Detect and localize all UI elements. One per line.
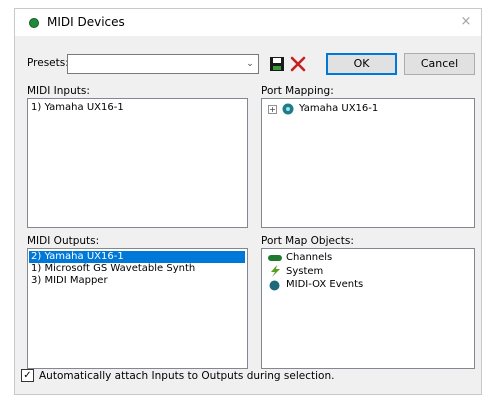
midi-devices-dialog: MIDI Devices × Presets: ⌄ OK Cancel MIDI… [14, 8, 482, 395]
tree-expand-icon[interactable]: + [268, 105, 277, 114]
list-item[interactable]: 1) Microsoft GS Wavetable Synth [31, 263, 195, 275]
delete-icon [290, 56, 306, 72]
save-icon [270, 57, 284, 71]
midi-inputs-list[interactable]: 1) Yamaha UX16-1 [27, 98, 248, 228]
port-mapping-label: Port Mapping: [261, 85, 334, 97]
title-bar: MIDI Devices × [15, 9, 481, 36]
list-item-selected[interactable]: 2) Yamaha UX16-1 [29, 251, 245, 263]
port-mapping-tree[interactable]: + Yamaha UX16-1 [261, 98, 475, 228]
port-map-objects-list[interactable]: Channels System MIDI-OX Events [261, 248, 475, 369]
list-item[interactable]: Channels [286, 252, 332, 264]
window-title: MIDI Devices [47, 15, 125, 29]
list-item[interactable]: 1) Yamaha UX16-1 [31, 102, 124, 114]
list-item[interactable]: System [286, 266, 323, 278]
midi-inputs-label: MIDI Inputs: [27, 85, 90, 97]
midi-outputs-list[interactable]: 2) Yamaha UX16-1 1) Microsoft GS Wavetab… [27, 248, 248, 369]
auto-attach-checkbox[interactable]: ✓ [21, 369, 34, 382]
presets-combobox[interactable]: ⌄ [67, 54, 259, 74]
presets-label: Presets: [27, 57, 69, 69]
port-map-objects-label: Port Map Objects: [261, 235, 354, 247]
save-preset-button[interactable] [268, 55, 286, 73]
midi-ox-events-icon [269, 280, 280, 291]
list-item[interactable]: MIDI-OX Events [286, 279, 363, 291]
channels-icon [268, 255, 282, 261]
port-icon [282, 103, 294, 115]
tree-item[interactable]: Yamaha UX16-1 [299, 103, 378, 115]
list-item[interactable]: 3) MIDI Mapper [31, 275, 108, 287]
auto-attach-label[interactable]: Automatically attach Inputs to Outputs d… [39, 370, 334, 382]
midi-app-icon [29, 18, 39, 28]
close-icon[interactable]: × [459, 15, 473, 29]
chevron-down-icon[interactable]: ⌄ [245, 59, 255, 69]
system-icon [271, 265, 280, 277]
midi-outputs-label: MIDI Outputs: [27, 235, 100, 247]
ok-button[interactable]: OK [326, 53, 397, 75]
cancel-button[interactable]: Cancel [404, 53, 475, 75]
delete-preset-button[interactable] [289, 55, 307, 73]
